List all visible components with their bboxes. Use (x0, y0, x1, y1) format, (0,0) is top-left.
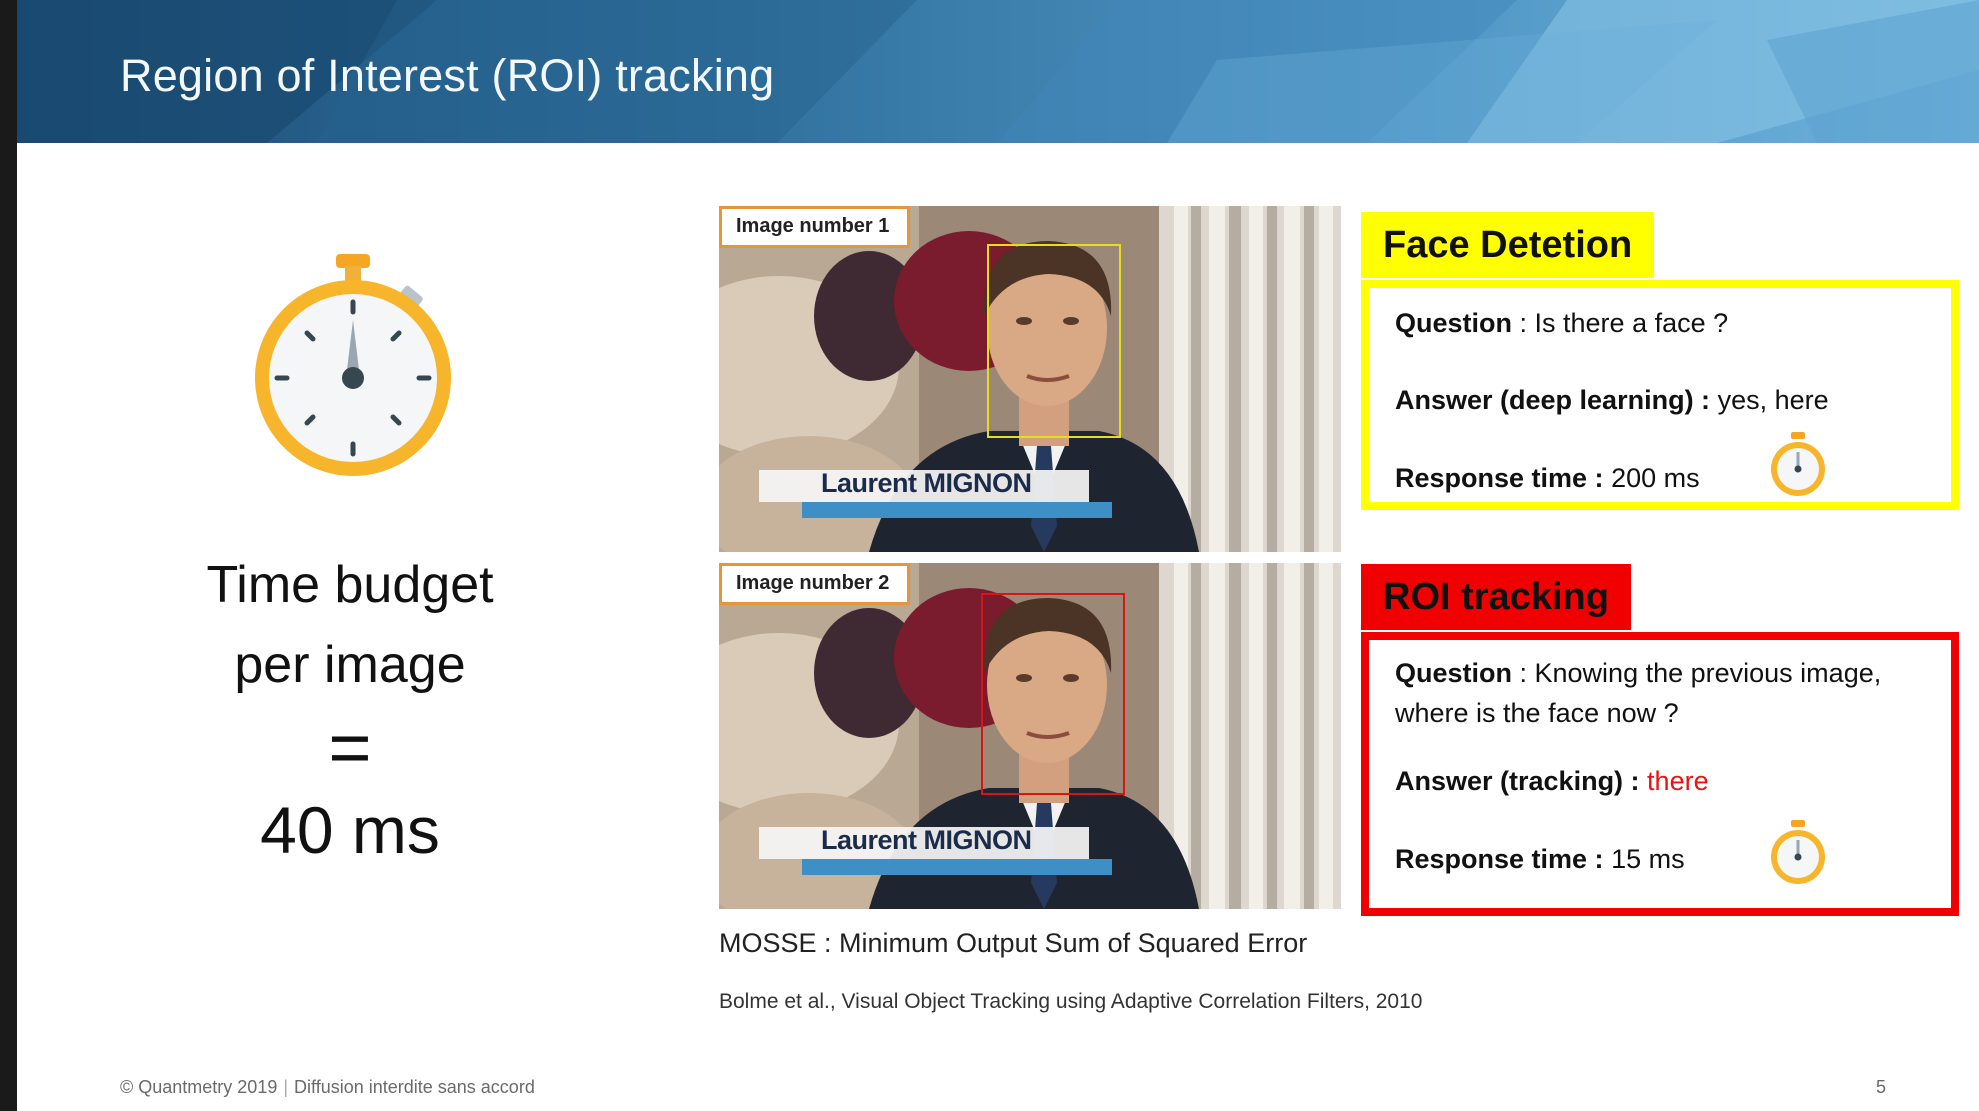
page-number: 5 (1876, 1077, 1887, 1097)
stopwatch-icon (255, 254, 451, 476)
budget-line-2: per image (234, 636, 466, 694)
face-detection-title: Face Detetion (1361, 212, 1655, 278)
footer: © Quantmetry 2019 | Diffusion interdite sa… (120, 1077, 535, 1098)
roi-question-label: Question (1395, 658, 1513, 688)
tracking-box (981, 593, 1125, 795)
equals-sign: = (328, 706, 372, 789)
roi-question-row-2: where is the face now ? (1395, 694, 1679, 732)
title-banner: Region of Interest (ROI) tracking (17, 0, 1979, 143)
name-caption-2: Laurent MIGNON (821, 825, 1032, 855)
face-question-label: Question (1395, 308, 1513, 338)
time-budget: Time budget per image = 40 ms (130, 545, 570, 873)
face-time-row: Response time : 200 ms (1395, 459, 1700, 497)
footer-separator: | (283, 1077, 289, 1097)
face-question-text: : Is there a face ? (1512, 308, 1729, 338)
mosse-definition: MOSSE : Minimum Output Sum of Squared Er… (719, 928, 1308, 958)
roi-answer-text: there (1639, 766, 1709, 796)
name-caption-1: Laurent MIGNON (821, 468, 1032, 498)
face-answer-text: yes, here (1710, 385, 1829, 415)
face-time-value: 200 ms (1603, 463, 1700, 493)
slide-title: Region of Interest (ROI) tracking (120, 50, 775, 101)
image-label-1: Image number 1 (719, 206, 911, 248)
reference-citation: Bolme et al., Visual Object Tracking usi… (719, 990, 1423, 1013)
name-subtitle-bar-2 (802, 859, 1112, 875)
footer-copyright: © Quantmetry 2019 (120, 1077, 278, 1097)
image-label-2: Image number 2 (719, 563, 911, 605)
roi-question-text-2: where is the face now ? (1395, 698, 1679, 728)
roi-answer-label: Answer (tracking) : (1395, 766, 1640, 796)
budget-value: 40 ms (260, 793, 440, 867)
face-question-row: Question : Is there a face ? (1395, 304, 1728, 342)
roi-question-text-1: : Knowing the previous image, (1512, 658, 1882, 688)
roi-tracking-panel: Question : Knowing the previous image, w… (1361, 632, 1959, 916)
stopwatch-icon (1771, 820, 1825, 884)
name-subtitle-bar-1 (802, 502, 1112, 518)
roi-question-row: Question : Knowing the previous image, (1395, 654, 1881, 692)
roi-time-label: Response time : (1395, 844, 1604, 874)
roi-tracking-title: ROI tracking (1361, 564, 1631, 630)
face-detection-panel: Question : Is there a face ? Answer (dee… (1361, 280, 1959, 510)
slide: Region of Interest (ROI) tracking Time b… (0, 0, 1979, 1111)
budget-line-1: Time budget (206, 556, 494, 614)
left-edge-bar (0, 0, 17, 1111)
roi-answer-row: Answer (tracking) : there (1395, 762, 1709, 800)
face-detection-box (987, 244, 1121, 438)
stopwatch-icon (1771, 432, 1825, 496)
image-frame-1: Image number 1 Laurent MIGNON (719, 206, 1341, 552)
roi-time-value: 15 ms (1603, 844, 1685, 874)
face-time-label: Response time : (1395, 463, 1604, 493)
face-answer-label: Answer (deep learning) : (1395, 385, 1711, 415)
footer-notice: Diffusion interdite sans accord (294, 1077, 535, 1097)
face-answer-row: Answer (deep learning) : yes, here (1395, 381, 1829, 419)
roi-time-row: Response time : 15 ms (1395, 840, 1685, 878)
image-frame-2: Image number 2 Laurent MIGNON (719, 563, 1341, 909)
